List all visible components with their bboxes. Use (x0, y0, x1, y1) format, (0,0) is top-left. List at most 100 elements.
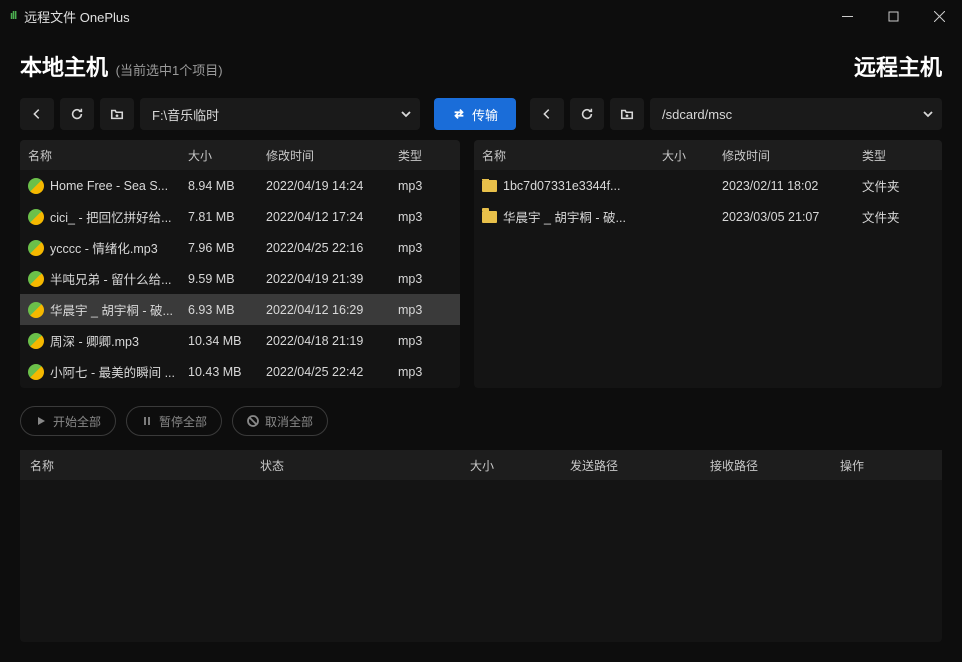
remote-file-pane: 名称 大小 修改时间 类型 1bc7d07331e3344f... 2023/02… (474, 140, 942, 388)
remote-back-button[interactable] (530, 98, 564, 130)
mp3-icon (28, 271, 44, 287)
transfer-controls: 开始全部 暂停全部 取消全部 (20, 406, 942, 436)
col-type[interactable]: 类型 (390, 147, 444, 164)
file-mtime: 2022/04/19 14:24 (258, 179, 390, 193)
local-file-list[interactable]: Home Free - Sea S...8.94 MB2022/04/19 14… (20, 170, 460, 388)
transfer-table: 名称 状态 大小 发送路径 接收路径 操作 (20, 450, 942, 642)
file-mtime: 2022/04/25 22:42 (258, 365, 390, 379)
file-row[interactable]: 华晨宇 _ 胡宇桐 - 破... 2023/03/05 21:07文件夹 (474, 201, 942, 232)
tcol-op[interactable]: 操作 (830, 457, 942, 474)
file-mtime: 2022/04/12 17:24 (258, 210, 390, 224)
file-mtime: 2022/04/19 21:39 (258, 272, 390, 286)
col-size[interactable]: 大小 (654, 147, 714, 164)
mp3-icon (28, 333, 44, 349)
remote-path-text: /sdcard/msc (662, 107, 732, 122)
local-newfolder-button[interactable] (100, 98, 134, 130)
folder-icon (482, 180, 497, 192)
file-name: 1bc7d07331e3344f... (503, 179, 620, 193)
file-type: mp3 (390, 272, 444, 286)
mp3-icon (28, 209, 44, 225)
host-headers: 本地主机 (当前选中1个项目) 远程主机 (20, 50, 942, 82)
local-back-button[interactable] (20, 98, 54, 130)
file-type: mp3 (390, 365, 444, 379)
file-mtime: 2022/04/18 21:19 (258, 334, 390, 348)
file-row[interactable]: 1bc7d07331e3344f... 2023/02/11 18:02文件夹 (474, 170, 942, 201)
col-name[interactable]: 名称 (20, 147, 180, 164)
pause-all-button[interactable]: 暂停全部 (126, 406, 222, 436)
minimize-button[interactable] (824, 0, 870, 32)
cancel-all-button[interactable]: 取消全部 (232, 406, 328, 436)
mp3-icon (28, 178, 44, 194)
remote-newfolder-button[interactable] (610, 98, 644, 130)
local-host-subtitle: (当前选中1个项目) (116, 63, 223, 78)
local-path-select[interactable]: F:\音乐临时 (140, 98, 420, 130)
mp3-icon (28, 240, 44, 256)
file-row[interactable]: ycccc - 情绪化.mp37.96 MB2022/04/25 22:16mp… (20, 232, 460, 263)
file-name: 半吨兄弟 - 留什么给... (50, 269, 172, 288)
file-name: cici_ - 把回忆拼好给... (50, 207, 172, 226)
mp3-icon (28, 364, 44, 380)
tcol-name[interactable]: 名称 (20, 457, 250, 474)
folder-icon (482, 211, 497, 223)
file-name: 周深 - 卿卿.mp3 (50, 331, 139, 350)
file-name: ycccc - 情绪化.mp3 (50, 238, 158, 257)
file-type: 文件夹 (854, 176, 910, 195)
file-type: mp3 (390, 241, 444, 255)
file-type: mp3 (390, 334, 444, 348)
local-host-title: 本地主机 (20, 55, 108, 80)
file-row[interactable]: 华晨宇 _ 胡宇桐 - 破...6.93 MB2022/04/12 16:29m… (20, 294, 460, 325)
file-row[interactable]: 周深 - 卿卿.mp310.34 MB2022/04/18 21:19mp3 (20, 325, 460, 356)
local-path-text: F:\音乐临时 (152, 105, 219, 124)
pause-icon (141, 415, 153, 427)
file-type: mp3 (390, 210, 444, 224)
col-name[interactable]: 名称 (474, 147, 654, 164)
chevron-down-icon (922, 108, 934, 120)
col-mtime[interactable]: 修改时间 (258, 147, 390, 164)
tcol-send[interactable]: 发送路径 (560, 457, 700, 474)
file-mtime: 2023/02/11 18:02 (714, 179, 854, 193)
app-icon: ıll (10, 10, 16, 22)
remote-refresh-button[interactable] (570, 98, 604, 130)
file-type: mp3 (390, 179, 444, 193)
file-name: 华晨宇 _ 胡宇桐 - 破... (503, 207, 626, 226)
file-row[interactable]: cici_ - 把回忆拼好给... 7.81 MB2022/04/12 17:24… (20, 201, 460, 232)
remote-file-list[interactable]: 1bc7d07331e3344f...2023/02/11 18:02文件夹华晨… (474, 170, 942, 388)
chevron-down-icon (400, 108, 412, 120)
file-size: 7.81 MB (180, 210, 258, 224)
file-row[interactable]: 小阿七 - 最美的瞬间 ... 10.43 MB2022/04/25 22:42m… (20, 356, 460, 387)
transfer-header: 名称 状态 大小 发送路径 接收路径 操作 (20, 450, 942, 480)
file-mtime: 2023/03/05 21:07 (714, 210, 854, 224)
file-mtime: 2022/04/12 16:29 (258, 303, 390, 317)
tcol-status[interactable]: 状态 (250, 457, 460, 474)
remote-column-header: 名称 大小 修改时间 类型 (474, 140, 942, 170)
tcol-size[interactable]: 大小 (460, 457, 560, 474)
maximize-button[interactable] (870, 0, 916, 32)
local-refresh-button[interactable] (60, 98, 94, 130)
col-mtime[interactable]: 修改时间 (714, 147, 854, 164)
col-size[interactable]: 大小 (180, 147, 258, 164)
col-type[interactable]: 类型 (854, 147, 910, 164)
file-name: 小阿七 - 最美的瞬间 ... (50, 362, 175, 381)
play-icon (35, 415, 47, 427)
start-all-button[interactable]: 开始全部 (20, 406, 116, 436)
remote-host-title: 远程主机 (854, 50, 942, 82)
mp3-icon (28, 302, 44, 318)
file-size: 10.43 MB (180, 365, 258, 379)
tcol-recv[interactable]: 接收路径 (700, 457, 830, 474)
cancel-icon (247, 415, 259, 427)
transfer-icon (452, 107, 466, 121)
transfer-label: 传输 (472, 105, 498, 124)
file-row[interactable]: 半吨兄弟 - 留什么给... 9.59 MB2022/04/19 21:39mp3 (20, 263, 460, 294)
file-type: 文件夹 (854, 207, 910, 226)
titlebar: ıll 远程文件 OnePlus (0, 0, 962, 32)
close-button[interactable] (916, 0, 962, 32)
cancel-all-label: 取消全部 (265, 413, 313, 430)
file-row[interactable]: Home Free - Sea S...8.94 MB2022/04/19 14… (20, 170, 460, 201)
file-name: Home Free - Sea S... (50, 179, 168, 193)
file-size: 9.59 MB (180, 272, 258, 286)
transfer-button[interactable]: 传输 (434, 98, 516, 130)
start-all-label: 开始全部 (53, 413, 101, 430)
file-size: 7.96 MB (180, 241, 258, 255)
local-file-pane: 名称 大小 修改时间 类型 Home Free - Sea S...8.94 M… (20, 140, 460, 388)
remote-path-select[interactable]: /sdcard/msc (650, 98, 942, 130)
